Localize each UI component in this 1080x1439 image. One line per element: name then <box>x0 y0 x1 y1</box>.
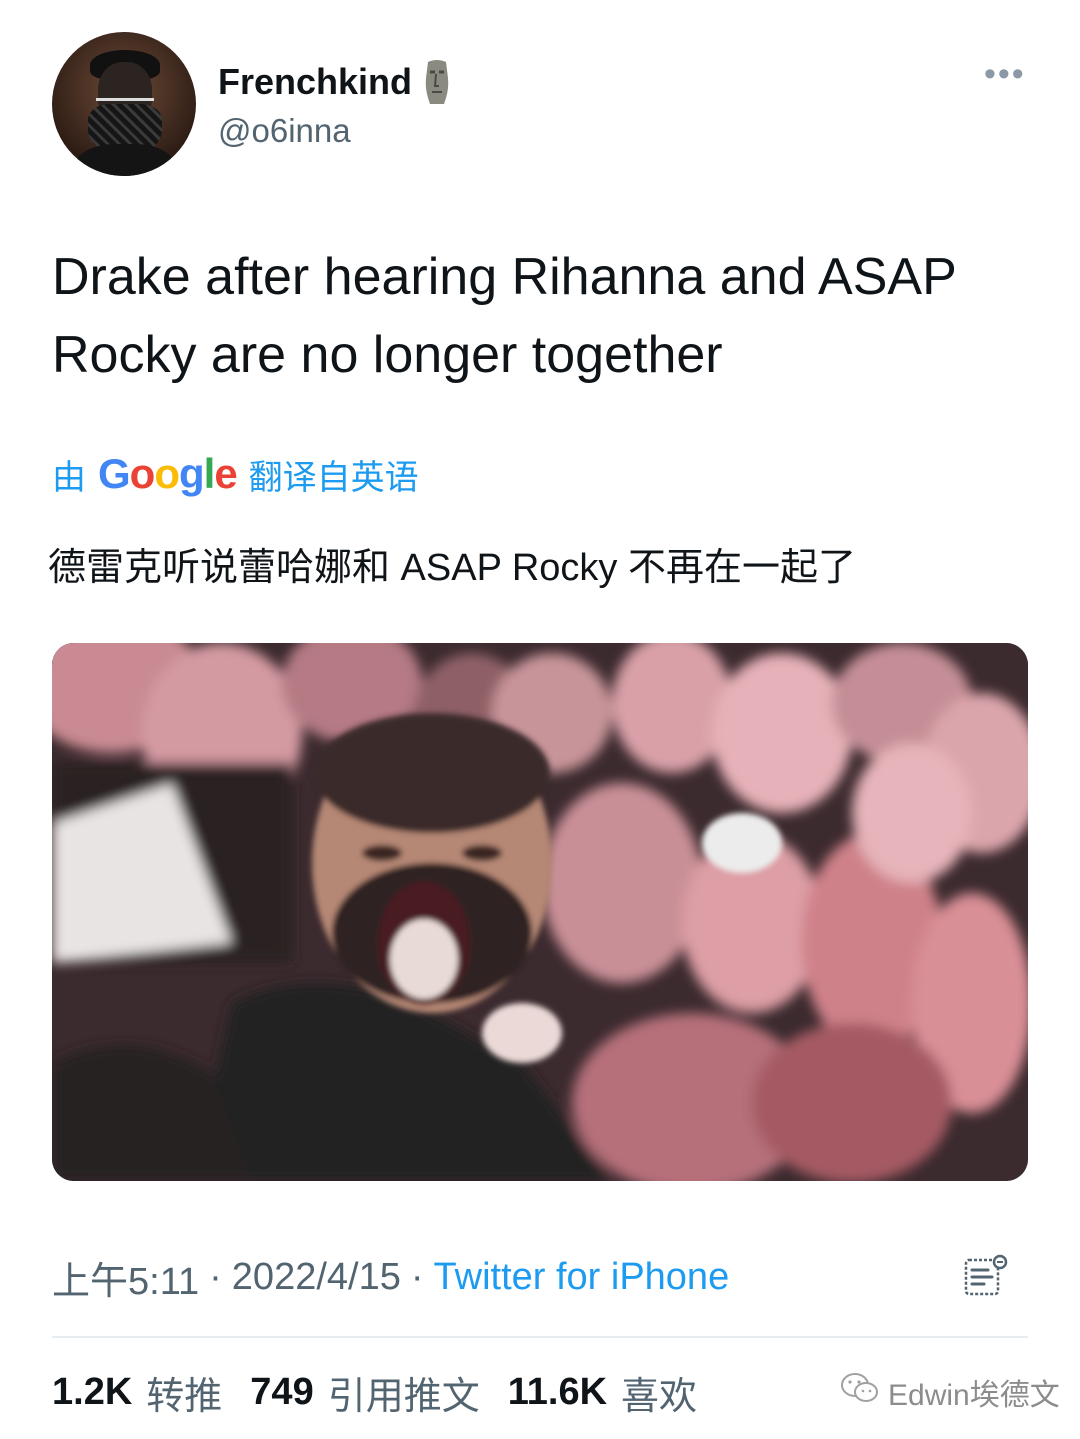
author-name[interactable]: Frenchkind <box>218 58 452 106</box>
translation-prefix: 由 <box>52 458 86 497</box>
tweet-meta: 上午5:11 · 2022/4/15 · Twitter for iPhone <box>52 1250 729 1304</box>
retweet-label[interactable]: 转推 <box>146 1365 222 1420</box>
more-horizontal-icon[interactable]: ••• <box>984 57 1026 91</box>
media-photo <box>52 643 1028 1181</box>
quote-label[interactable]: 引用推文 <box>328 1365 480 1420</box>
analytics-icon[interactable] <box>962 1252 1010 1300</box>
like-count[interactable]: 11.6K <box>508 1371 607 1414</box>
meta-separator: · <box>209 1255 222 1298</box>
retweet-count[interactable]: 1.2K <box>52 1371 132 1414</box>
google-logo: Google <box>98 450 238 497</box>
tweet-source-link[interactable]: Twitter for iPhone <box>434 1256 730 1299</box>
tweet-text: Drake after hearing Rihanna and ASAP Roc… <box>52 248 956 384</box>
quote-count[interactable]: 749 <box>250 1371 313 1414</box>
author-handle[interactable]: @o6inna <box>218 112 351 150</box>
tweet-media-image[interactable] <box>52 643 1028 1181</box>
like-label[interactable]: 喜欢 <box>621 1365 697 1420</box>
tweet-time[interactable]: 上午5:11 <box>52 1250 199 1305</box>
meta-separator: · <box>410 1255 424 1298</box>
translation-attribution[interactable]: 由 Google 翻译自英语 <box>52 448 419 500</box>
tweet-stats: 1.2K 转推 749 引用推文 11.6K 喜欢 <box>52 1364 711 1420</box>
wechat-icon <box>840 1371 880 1413</box>
watermark: Edwin埃德文 <box>840 1370 1060 1414</box>
author-name-text[interactable]: Frenchkind <box>218 61 412 103</box>
divider <box>52 1336 1028 1338</box>
watermark-text: Edwin埃德文 <box>888 1379 1060 1412</box>
tweet-date[interactable]: 2022/4/15 <box>232 1256 401 1299</box>
moai-icon <box>422 58 452 106</box>
translation-suffix: 翻译自英语 <box>248 458 419 497</box>
translated-text: 德雷克听说蕾哈娜和 ASAP Rocky 不再在一起了 <box>48 547 856 589</box>
author-avatar[interactable] <box>52 32 196 176</box>
